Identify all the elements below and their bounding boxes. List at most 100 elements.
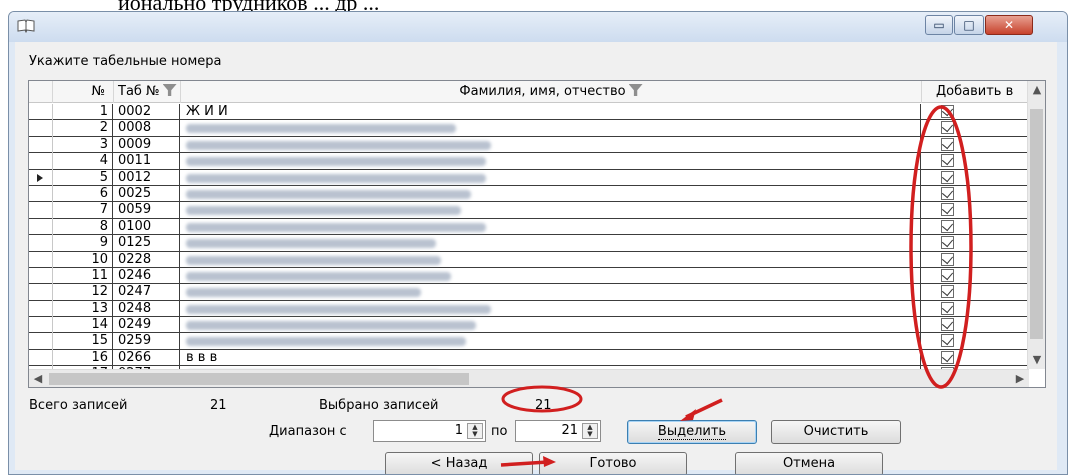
full-name-cell[interactable] (181, 136, 921, 154)
table-row[interactable]: 13 0248 (29, 300, 1029, 318)
add-checkbox-cell[interactable] (922, 153, 1029, 169)
table-row[interactable]: 6 0025 (29, 185, 1029, 203)
row-indicator[interactable] (29, 284, 53, 301)
row-indicator[interactable] (29, 136, 53, 154)
add-checkbox-cell[interactable] (922, 186, 1029, 202)
cancel-button[interactable]: Отмена (735, 452, 883, 474)
table-row[interactable]: 7 0059 (29, 202, 1029, 219)
table-row[interactable]: 12 0247 (29, 284, 1029, 301)
tab-number-cell[interactable]: 0025 (114, 185, 180, 203)
add-checkbox-cell[interactable] (922, 252, 1029, 268)
checkbox-checked[interactable] (941, 350, 954, 364)
tab-number-cell[interactable]: 0009 (114, 136, 180, 154)
full-name-cell[interactable] (181, 284, 921, 301)
horizontal-scrollbar[interactable]: ◀ ▶ (29, 369, 1029, 387)
full-name-cell[interactable] (181, 251, 921, 268)
full-name-cell[interactable] (181, 169, 921, 186)
table-row[interactable]: 3 0009 (29, 136, 1029, 154)
table-row[interactable]: 9 0125 (29, 235, 1029, 252)
checkbox-checked[interactable] (941, 334, 954, 348)
table-row[interactable]: 14 0249 (29, 317, 1029, 334)
scroll-down-icon[interactable]: ▼ (1028, 351, 1045, 369)
checkbox-checked[interactable] (941, 252, 954, 266)
tab-number-cell[interactable]: 0059 (114, 202, 180, 219)
tab-number-cell[interactable]: 0125 (114, 235, 180, 252)
checkbox-checked[interactable] (941, 154, 954, 168)
tab-number-cell[interactable]: 0249 (114, 317, 180, 334)
table-row[interactable]: 10 0228 (29, 251, 1029, 268)
full-name-cell[interactable] (181, 218, 921, 236)
row-indicator[interactable] (29, 235, 53, 252)
checkbox-checked[interactable] (941, 121, 954, 135)
checkbox-checked[interactable] (941, 105, 954, 118)
full-name-cell[interactable] (181, 267, 921, 285)
full-name-cell[interactable]: Ж И И (181, 104, 921, 121)
add-checkbox-cell[interactable] (922, 333, 1029, 349)
tab-number-cell[interactable]: 0266 (114, 349, 180, 367)
checkbox-checked[interactable] (941, 318, 954, 332)
filter-icon[interactable] (628, 84, 643, 96)
add-checkbox-cell[interactable] (922, 317, 1029, 333)
add-checkbox-cell[interactable] (922, 120, 1029, 136)
scroll-right-icon[interactable]: ▶ (1011, 370, 1029, 387)
table-row[interactable]: 16 0266 в в в (29, 349, 1029, 367)
header-number[interactable]: № (53, 81, 114, 103)
table-row[interactable]: 2 0008 (29, 120, 1029, 137)
header-tab-number[interactable]: Таб № (114, 81, 181, 103)
add-checkbox-cell[interactable] (922, 170, 1029, 186)
checkbox-checked[interactable] (941, 268, 954, 282)
full-name-cell[interactable] (181, 333, 921, 350)
vertical-scroll-thumb[interactable] (1030, 109, 1043, 339)
header-add[interactable]: Добавить в (922, 81, 1029, 103)
tab-number-cell[interactable]: 0002 (114, 104, 180, 121)
tab-number-cell[interactable]: 0246 (114, 267, 180, 285)
maximize-button[interactable]: □ (954, 15, 984, 35)
row-indicator[interactable] (29, 267, 53, 285)
table-row[interactable]: 4 0011 (29, 153, 1029, 170)
checkbox-checked[interactable] (941, 137, 954, 151)
row-indicator[interactable] (29, 317, 53, 334)
table-row[interactable]: 15 0259 (29, 333, 1029, 350)
add-checkbox-cell[interactable] (922, 202, 1029, 218)
add-checkbox-cell[interactable] (922, 268, 1029, 284)
row-indicator[interactable] (29, 202, 53, 219)
add-checkbox-cell[interactable] (922, 137, 1029, 153)
tab-number-cell[interactable]: 0100 (114, 218, 180, 236)
table-row[interactable]: 1 0002 Ж И И (29, 104, 1029, 121)
table-row[interactable]: 8 0100 (29, 218, 1029, 236)
tab-number-cell[interactable]: 0011 (114, 153, 180, 170)
back-button[interactable]: < Назад (385, 452, 533, 474)
header-full-name[interactable]: Фамилия, имя, отчество (181, 81, 922, 103)
table-row[interactable]: 11 0246 (29, 267, 1029, 285)
full-name-cell[interactable] (181, 317, 921, 334)
checkbox-checked[interactable] (941, 203, 954, 217)
tab-number-cell[interactable]: 0008 (114, 120, 180, 137)
select-button[interactable]: Выделить (627, 420, 757, 444)
row-indicator[interactable] (29, 333, 53, 350)
table-row[interactable]: 5 0012 (29, 169, 1029, 186)
full-name-cell[interactable] (181, 153, 921, 170)
full-name-cell[interactable] (181, 185, 921, 203)
horizontal-scroll-thumb[interactable] (49, 373, 469, 385)
row-indicator[interactable] (29, 120, 53, 137)
checkbox-checked[interactable] (941, 219, 954, 233)
range-to-spinner[interactable]: 21 ▲ ▼ (515, 420, 601, 442)
full-name-cell[interactable] (181, 235, 921, 252)
row-indicator[interactable] (29, 153, 53, 170)
row-indicator[interactable] (29, 169, 53, 186)
tab-number-cell[interactable]: 0259 (114, 333, 180, 350)
minimize-button[interactable]: ▭ (925, 15, 953, 35)
add-checkbox-cell[interactable] (922, 350, 1029, 366)
tab-number-cell[interactable]: 0228 (114, 251, 180, 268)
close-button[interactable]: ✕ (985, 15, 1033, 35)
full-name-cell[interactable] (181, 300, 921, 318)
checkbox-checked[interactable] (941, 170, 954, 184)
spin-arrows-icon[interactable]: ▲ ▼ (467, 423, 483, 439)
checkbox-checked[interactable] (941, 186, 954, 200)
add-checkbox-cell[interactable] (922, 104, 1029, 120)
add-checkbox-cell[interactable] (922, 219, 1029, 235)
scroll-left-icon[interactable]: ◀ (29, 370, 47, 387)
tab-number-cell[interactable]: 0247 (114, 284, 180, 301)
add-checkbox-cell[interactable] (922, 284, 1029, 300)
row-indicator[interactable] (29, 349, 53, 367)
